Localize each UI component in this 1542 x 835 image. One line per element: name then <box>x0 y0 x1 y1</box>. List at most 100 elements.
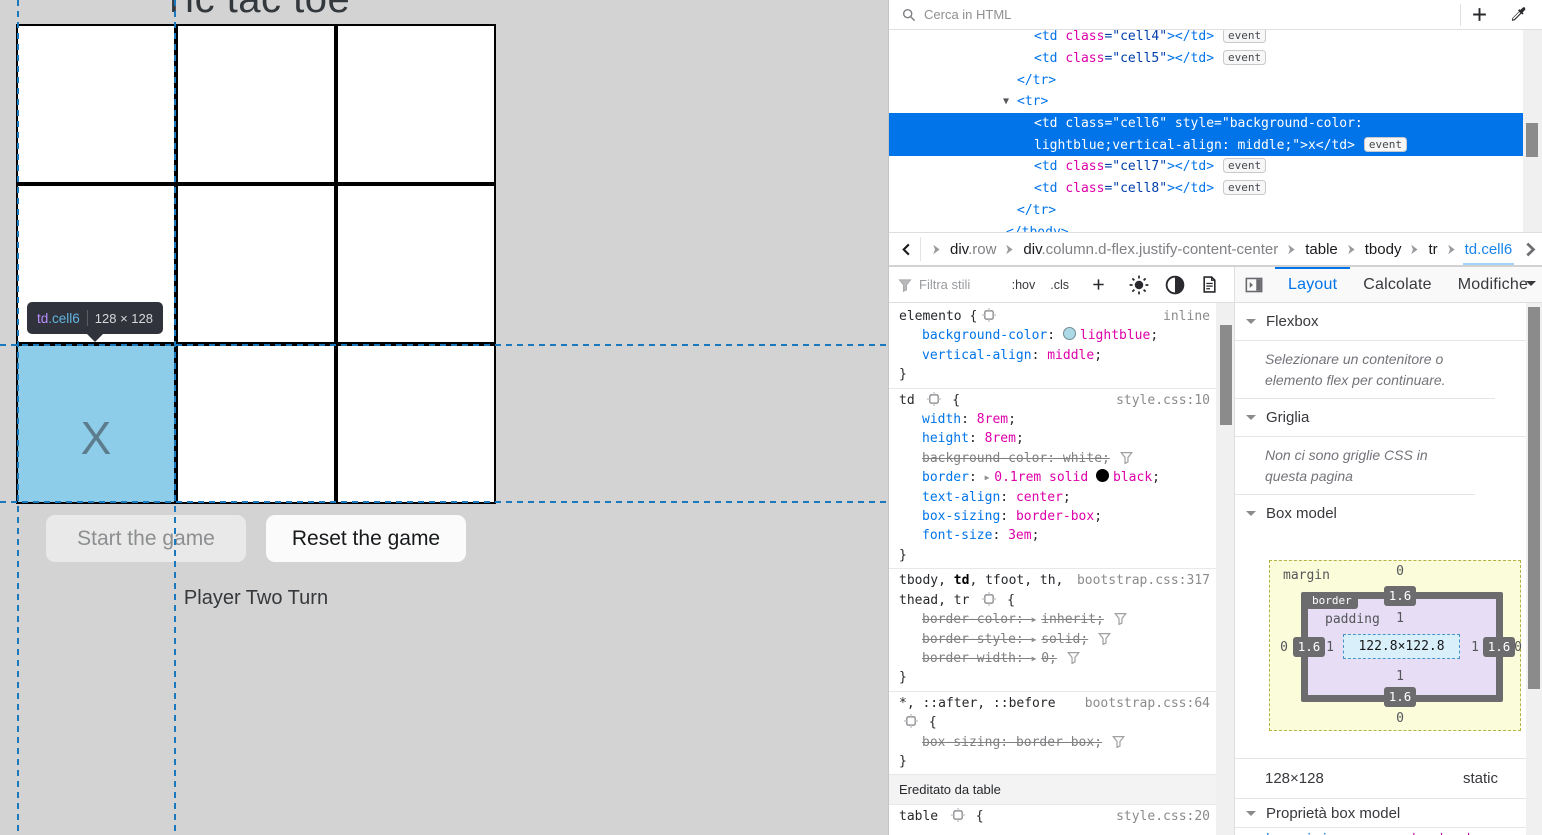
rule-selector-line[interactable]: elemento {inline <box>889 307 1216 326</box>
border-top-value[interactable]: 1.6 <box>1384 586 1416 606</box>
rules-scrollbar-thumb[interactable] <box>1220 325 1232 425</box>
markup-line[interactable]: <td class="cell4"></td>event <box>889 30 1523 48</box>
box-model-content-box[interactable]: 122.8×122.8 <box>1343 634 1460 659</box>
color-swatch[interactable] <box>1063 327 1076 340</box>
board-cell-0[interactable] <box>16 24 176 184</box>
stylesheet-source-link[interactable]: style.css:20 <box>1116 807 1210 826</box>
padding-left-value[interactable]: 1 <box>1315 640 1345 655</box>
class-toggle-button[interactable]: .cls <box>1050 278 1069 292</box>
rule-property[interactable]: vertical-align: middle; <box>889 346 1216 365</box>
expand-shorthand-icon[interactable]: ▶ <box>985 468 995 487</box>
box-model-margin-box[interactable]: margin 0 1.6 1 0 1.6 1 1 1.6 0 1 1.6 0 b… <box>1269 560 1521 731</box>
rule-selector-line[interactable]: thead, tr { <box>889 591 1216 610</box>
markup-line[interactable]: ▼<tr> <box>889 91 1523 113</box>
markup-line[interactable]: </tr> <box>889 70 1523 92</box>
board-cell-8[interactable] <box>336 344 496 504</box>
grid-section-header[interactable]: Griglia <box>1235 399 1526 437</box>
three-pane-toggle-icon[interactable] <box>1245 276 1263 294</box>
event-badge[interactable]: event <box>1223 158 1266 173</box>
board-cell-6[interactable]: X <box>16 344 176 504</box>
dark-scheme-button[interactable] <box>1165 275 1185 295</box>
markup-scrollbar-thumb[interactable] <box>1526 123 1538 157</box>
breadcrumb-item[interactable]: div.row <box>950 241 996 258</box>
light-scheme-button[interactable] <box>1129 275 1149 295</box>
breadcrumb-forward-icon[interactable] <box>1522 241 1539 258</box>
selector-highlighter-icon[interactable] <box>982 308 996 322</box>
rule-property[interactable]: box-sizing: border-box; <box>889 507 1216 526</box>
board-cell-5[interactable] <box>336 184 496 344</box>
border-bottom-value[interactable]: 1.6 <box>1384 687 1416 707</box>
expand-shorthand-icon[interactable]: ▶ <box>1032 630 1042 649</box>
sidebar-tab-layout[interactable]: Layout <box>1275 267 1350 303</box>
print-simulation-button[interactable] <box>1201 276 1218 293</box>
markup-line[interactable]: </tr> <box>889 200 1523 222</box>
sidebar-scrollbar-thumb[interactable] <box>1528 307 1540 689</box>
breadcrumb-back-icon[interactable] <box>899 242 914 257</box>
rule-selector-line[interactable]: { <box>889 713 1216 732</box>
rule-property[interactable]: height: 8rem; <box>889 429 1216 448</box>
breadcrumb-item[interactable]: div.column.d-flex.justify-content-center <box>1023 241 1278 258</box>
rules-list[interactable]: elemento {inlinebackground-color: lightb… <box>889 303 1216 835</box>
markup-search-bar[interactable]: Cerca in HTML <box>889 0 1542 30</box>
rule-property[interactable]: background-color: lightblue; <box>889 326 1216 345</box>
rule-selector-line[interactable]: *, ::after, ::beforebootstrap.css:64 <box>889 694 1216 713</box>
markup-line[interactable]: <td class="cell7"></td>event <box>889 156 1523 178</box>
selector-highlighter-icon[interactable] <box>982 592 996 606</box>
markup-line[interactable]: <td class="cell5"></td>event <box>889 48 1523 70</box>
margin-top-value[interactable]: 0 <box>1385 564 1415 579</box>
filter-styles-placeholder[interactable]: Filtra stili <box>919 277 970 292</box>
markup-view[interactable]: <td class="cell4"></td>event<td class="c… <box>889 30 1523 232</box>
padding-bottom-value[interactable]: 1 <box>1385 669 1415 684</box>
stylesheet-source-link[interactable]: style.css:10 <box>1116 391 1210 410</box>
selector-highlighter-icon[interactable] <box>951 808 965 822</box>
rule-property[interactable]: border: ▶ 0.1rem solid black; <box>889 468 1216 487</box>
reset-game-button[interactable]: Reset the game <box>266 515 466 562</box>
stylesheet-source-link[interactable]: bootstrap.css:64 <box>1085 694 1210 713</box>
markup-line[interactable]: <td class="cell8"></td>event <box>889 178 1523 200</box>
rule-property[interactable]: box-sizing: border-box; <box>889 733 1216 752</box>
boxmodel-section-header[interactable]: Box model <box>1235 495 1526 533</box>
add-node-button[interactable] <box>1471 6 1488 23</box>
breadcrumb-item[interactable]: table <box>1305 241 1338 258</box>
boxmodel-properties-header[interactable]: Proprietà box model <box>1235 798 1526 828</box>
overridden-filter-icon[interactable] <box>1114 612 1127 625</box>
breadcrumb-item[interactable]: tbody <box>1365 241 1402 258</box>
board-cell-4[interactable] <box>176 184 336 344</box>
color-swatch[interactable] <box>1096 469 1109 482</box>
overridden-filter-icon[interactable] <box>1067 651 1080 664</box>
event-badge[interactable]: event <box>1223 30 1266 43</box>
rule-property[interactable]: border-width: ▶ 0; <box>889 649 1216 668</box>
rule-property[interactable]: background-color: white; <box>889 449 1216 468</box>
board-cell-2[interactable] <box>336 24 496 184</box>
rule-property[interactable]: width: 8rem; <box>889 410 1216 429</box>
margin-right-value[interactable]: 0 <box>1503 640 1526 655</box>
tabs-dropdown-icon[interactable] <box>1526 281 1536 291</box>
overridden-filter-icon[interactable] <box>1098 632 1111 645</box>
pseudo-class-button[interactable]: :hov <box>1012 278 1036 292</box>
margin-bottom-value[interactable]: 0 <box>1385 711 1415 726</box>
board-cell-7[interactable] <box>176 344 336 504</box>
expand-shorthand-icon[interactable]: ▶ <box>1032 610 1042 629</box>
markup-line-selected[interactable]: lightblue;vertical-align: middle;">x</td… <box>889 135 1523 157</box>
rule-property[interactable]: border-color: ▶ inherit; <box>889 610 1216 629</box>
breadcrumb-item[interactable]: td.cell6 <box>1465 241 1513 258</box>
add-rule-button[interactable] <box>1091 277 1106 292</box>
start-game-button[interactable]: Start the game <box>46 515 246 562</box>
event-badge[interactable]: event <box>1223 180 1266 195</box>
expand-shorthand-icon[interactable]: ▶ <box>1032 649 1042 668</box>
markup-selection[interactable]: <td class="cell6" style="background-colo… <box>889 113 1523 156</box>
rule-selector-line[interactable]: table {style.css:20 <box>889 807 1216 826</box>
sidebar-tab-modifiche[interactable]: Modifiche <box>1445 267 1535 303</box>
flexbox-section-header[interactable]: Flexbox <box>1235 303 1526 341</box>
sidebar-tab-calcolate[interactable]: Calcolate <box>1350 267 1445 303</box>
rule-property[interactable]: border-style: ▶ solid; <box>889 630 1216 649</box>
overridden-filter-icon[interactable] <box>1120 451 1133 464</box>
rule-selector-line[interactable]: tbody, td, tfoot, th,bootstrap.css:317 <box>889 571 1216 590</box>
selector-highlighter-icon[interactable] <box>927 392 941 406</box>
event-badge[interactable]: event <box>1364 137 1407 152</box>
rule-property[interactable]: text-align: center; <box>889 488 1216 507</box>
board-cell-1[interactable] <box>176 24 336 184</box>
expander-icon[interactable]: ▼ <box>1003 91 1009 113</box>
breadcrumb-item[interactable]: tr <box>1428 241 1437 258</box>
markup-line[interactable]: </tbody> <box>889 222 1523 233</box>
